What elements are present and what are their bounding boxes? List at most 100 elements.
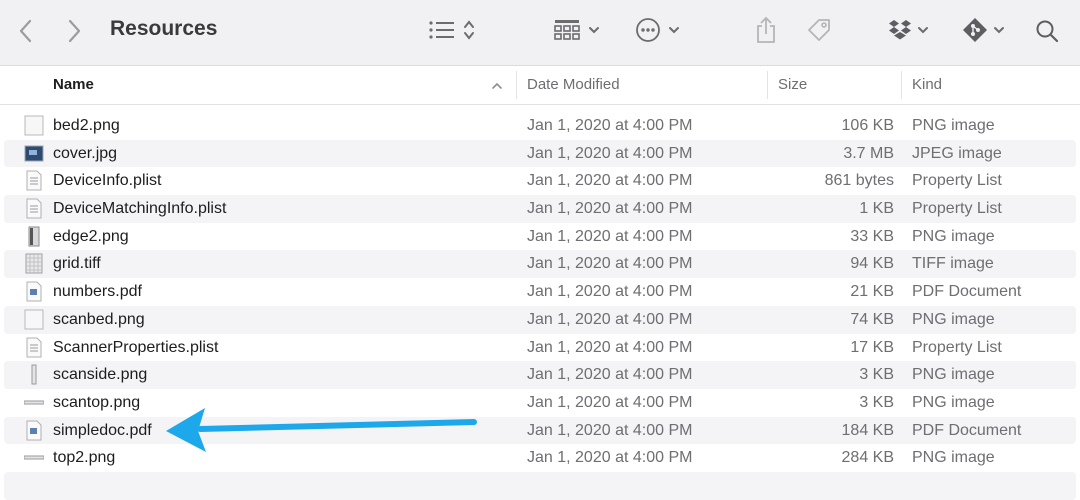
file-row[interactable]: cover.jpg Jan 1, 2020 at 4:00 PM 3.7 MB … [0,139,1080,168]
chevron-down-icon [918,27,928,34]
file-date: Jan 1, 2020 at 4:00 PM [527,227,693,245]
back-button[interactable] [18,18,34,44]
file-kind: PNG image [912,449,995,467]
file-row[interactable]: grid.tiff Jan 1, 2020 at 4:00 PM 94 KB T… [0,250,1080,278]
sort-ascending-icon[interactable] [491,81,503,91]
chevron-down-icon [994,27,1004,34]
action-button[interactable] [635,17,681,43]
file-date: Jan 1, 2020 at 4:00 PM [527,200,693,218]
file-name: scanside.png [53,366,148,384]
empty-row [0,471,1080,500]
file-name: ScannerProperties.plist [53,338,219,356]
file-name: scanbed.png [53,310,145,328]
file-size: 17 KB [850,338,894,356]
column-divider[interactable] [516,71,517,99]
file-date: Jan 1, 2020 at 4:00 PM [527,172,693,190]
file-size: 3 KB [859,366,894,384]
file-date: Jan 1, 2020 at 4:00 PM [527,255,693,273]
file-kind: PDF Document [912,421,1022,439]
file-row[interactable]: numbers.pdf Jan 1, 2020 at 4:00 PM 21 KB… [0,278,1080,306]
file-kind: PDF Document [912,283,1022,301]
file-name: edge2.png [53,227,129,245]
file-date: Jan 1, 2020 at 4:00 PM [527,283,693,301]
file-size: 1 KB [859,200,894,218]
file-date: Jan 1, 2020 at 4:00 PM [527,393,693,411]
file-size: 284 KB [841,449,894,467]
file-kind: TIFF image [912,255,994,273]
file-row[interactable]: DeviceMatchingInfo.plist Jan 1, 2020 at … [0,195,1080,223]
file-name: cover.jpg [53,144,118,162]
git-icon [963,18,987,42]
file-name: DeviceMatchingInfo.plist [53,200,227,218]
file-kind: PNG image [912,227,995,245]
share-icon [757,16,775,43]
file-row[interactable]: ScannerProperties.plist Jan 1, 2020 at 4… [0,334,1080,362]
file-size: 74 KB [850,310,894,328]
png-edge-icon [28,226,40,247]
group-button[interactable] [553,18,601,42]
plist-icon [26,170,42,191]
file-row[interactable]: scanbed.png Jan 1, 2020 at 4:00 PM 74 KB… [0,305,1080,334]
file-size: 94 KB [850,255,894,273]
file-date: Jan 1, 2020 at 4:00 PM [527,421,693,439]
forward-button[interactable] [66,18,82,44]
file-name: simpledoc.pdf [53,421,152,439]
file-kind: PNG image [912,117,995,134]
png-top-icon [24,400,44,405]
file-row[interactable]: scanside.png Jan 1, 2020 at 4:00 PM 3 KB… [0,361,1080,389]
tag-button[interactable] [805,16,833,44]
file-date: Jan 1, 2020 at 4:00 PM [527,338,693,356]
file-row[interactable]: DeviceInfo.plist Jan 1, 2020 at 4:00 PM … [0,167,1080,195]
pdf-icon [26,420,42,441]
column-divider[interactable] [901,71,902,99]
png-top-icon [24,455,44,460]
file-date: Jan 1, 2020 at 4:00 PM [527,144,693,162]
chevron-down-icon [669,27,679,34]
plist-icon [26,337,42,357]
tag-icon [808,19,830,41]
file-date: Jan 1, 2020 at 4:00 PM [527,449,693,467]
column-header-name[interactable]: Name [53,76,94,93]
file-kind: JPEG image [912,144,1002,162]
file-row[interactable]: edge2.png Jan 1, 2020 at 4:00 PM 33 KB P… [0,223,1080,251]
png-blank-icon [24,115,44,136]
plist-icon [26,198,42,219]
file-kind: Property List [912,200,1002,218]
file-size: 33 KB [850,227,894,245]
file-row[interactable]: bed2.png Jan 1, 2020 at 4:00 PM 106 KB P… [0,112,1080,140]
pdf-icon [26,281,42,302]
git-button[interactable] [962,17,1006,43]
arrow-shaft [197,419,477,432]
column-header-size[interactable]: Size [778,76,807,93]
dropbox-button[interactable] [888,19,930,41]
file-date: Jan 1, 2020 at 4:00 PM [527,366,693,384]
jpeg-image-icon [24,145,44,162]
toolbar: Resources [0,0,1080,66]
file-size: 106 KB [841,117,894,134]
png-blank-icon [24,309,44,330]
file-name: top2.png [53,449,116,467]
file-kind: PNG image [912,310,995,328]
file-size: 21 KB [850,283,894,301]
search-button[interactable] [1035,19,1059,43]
file-kind: Property List [912,172,1002,190]
file-name: scantop.png [53,393,141,411]
chevron-right-icon [68,19,81,43]
column-header-kind[interactable]: Kind [912,76,942,93]
grid-group-icon [554,20,580,40]
file-size: 861 bytes [824,172,894,190]
file-kind: Property List [912,338,1002,356]
chevron-left-icon [19,19,32,43]
list-view-icon [429,21,454,39]
annotation-arrow [166,408,477,452]
sort-updown-icon [464,20,474,40]
column-header-bar: Name Date Modified Size Kind [0,66,1080,105]
column-divider[interactable] [767,71,768,99]
file-name: DeviceInfo.plist [53,172,162,190]
file-kind: PNG image [912,393,995,411]
column-header-date[interactable]: Date Modified [527,76,620,93]
png-side-icon [31,364,37,385]
view-list-button[interactable] [428,18,476,42]
share-button[interactable] [754,15,778,45]
window-title: Resources [110,17,218,40]
